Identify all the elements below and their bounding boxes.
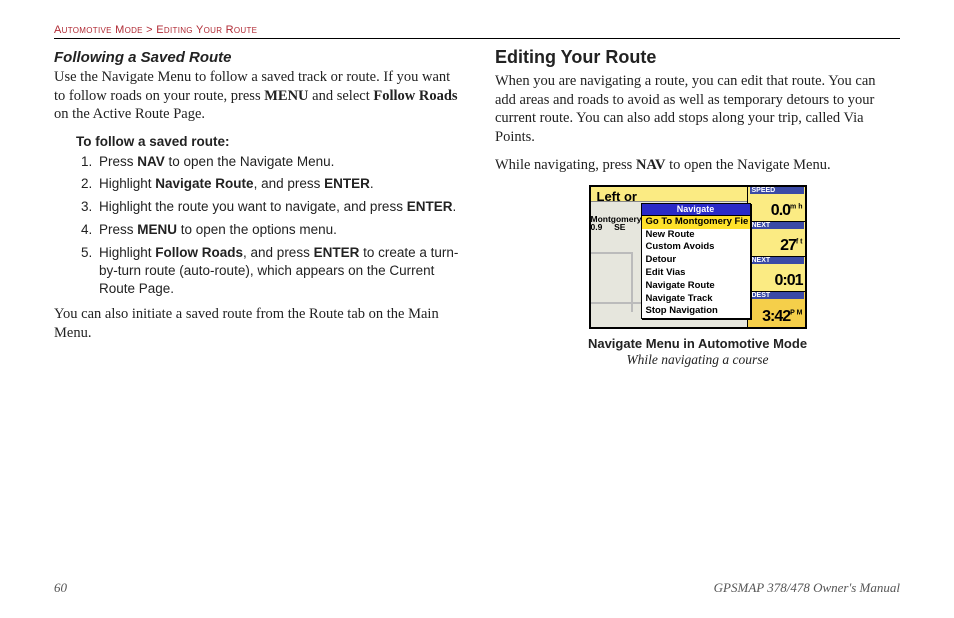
t: , and press	[254, 176, 325, 191]
stat-label: NEXT	[750, 222, 804, 229]
stats-col: SPEED 0.0m h NEXT 27f t NEXT 0:01 DEST	[747, 187, 805, 327]
right-heading: Editing Your Route	[495, 47, 900, 68]
stat-value: 27f t	[780, 237, 802, 255]
t: and select	[309, 88, 374, 104]
left-closing: You can also initiate a saved route from…	[54, 305, 459, 342]
right-column: Editing Your Route When you are navigati…	[495, 45, 900, 368]
t: f t	[796, 239, 803, 246]
t: Highlight	[99, 176, 155, 191]
stat-next-time: NEXT 0:01	[747, 257, 805, 292]
banner-left-or: Left or	[597, 189, 637, 204]
menu-item-goto[interactable]: Go To Montgomery Fie	[642, 216, 750, 229]
left-column: Following a Saved Route Use the Navigate…	[54, 45, 459, 368]
menu-item-navigate-route[interactable]: Navigate Route	[642, 280, 750, 293]
right-p1: When you are navigating a route, you can…	[495, 72, 900, 146]
stat-value: 0:01	[774, 272, 802, 290]
breadcrumb: Automotive Mode > Editing Your Route	[54, 24, 900, 36]
step-4: Press MENU to open the options menu.	[96, 221, 459, 239]
device-screenshot: Left or Montgomery F 0.9 SE SPEED 0.0m h…	[589, 185, 807, 329]
stat-label: NEXT	[750, 257, 804, 264]
stat-dest: DEST 3:42P M	[747, 292, 805, 326]
t: NAV	[636, 157, 666, 173]
manual-title: GPSMAP 378/478 Owner's Manual	[714, 580, 900, 596]
t: 3:42	[762, 308, 790, 325]
step-5: Highlight Follow Roads, and press ENTER …	[96, 244, 459, 297]
step-1: Press NAV to open the Navigate Menu.	[96, 153, 459, 171]
menu-item-navigate-track[interactable]: Navigate Track	[642, 293, 750, 306]
stat-next-dist: NEXT 27f t	[747, 222, 805, 257]
t: m h	[790, 204, 802, 211]
figure-caption-2: While navigating a course	[495, 352, 900, 368]
menu-item-custom-avoids[interactable]: Custom Avoids	[642, 241, 750, 254]
screenshot-figure: Left or Montgomery F 0.9 SE SPEED 0.0m h…	[495, 185, 900, 368]
figure-caption-1: Navigate Menu in Automotive Mode	[495, 336, 900, 351]
t: Press	[99, 222, 137, 237]
step-3: Highlight the route you want to navigate…	[96, 198, 459, 216]
t: to open the Navigate Menu.	[665, 157, 830, 173]
task-heading: To follow a saved route:	[76, 134, 459, 149]
steps-list: Press NAV to open the Navigate Menu. Hig…	[76, 153, 459, 298]
step-2: Highlight Navigate Route, and press ENTE…	[96, 175, 459, 193]
stat-value: 3:42P M	[762, 308, 802, 326]
stat-label: SPEED	[750, 187, 804, 194]
t: 0.0	[771, 202, 790, 219]
left-subheading: Following a Saved Route	[54, 49, 459, 66]
t: Highlight the route you want to navigate…	[99, 199, 407, 214]
header-rule	[54, 38, 900, 39]
breadcrumb-b: Editing Your Route	[156, 24, 257, 36]
navigate-menu-title: Navigate	[642, 204, 750, 216]
breadcrumb-a: Automotive Mode	[54, 24, 143, 36]
stat-speed: SPEED 0.0m h	[747, 187, 805, 222]
t: Follow Roads	[373, 88, 457, 104]
t: 27	[780, 237, 796, 254]
stat-label: DEST	[750, 292, 804, 299]
t: SE	[614, 222, 625, 232]
menu-item-new-route[interactable]: New Route	[642, 229, 750, 242]
t: ENTER	[407, 199, 453, 214]
t: 0:01	[774, 272, 802, 289]
t: .	[370, 176, 374, 191]
navigate-menu: Navigate Go To Montgomery Fie New Route …	[641, 203, 751, 320]
t: Follow Roads	[155, 245, 243, 260]
menu-item-detour[interactable]: Detour	[642, 254, 750, 267]
t: , and press	[243, 245, 314, 260]
t: P M	[790, 309, 802, 316]
menu-item-edit-vias[interactable]: Edit Vias	[642, 267, 750, 280]
t: to open the Navigate Menu.	[165, 154, 335, 169]
page-number: 60	[54, 580, 67, 596]
right-p2: While navigating, press NAV to open the …	[495, 156, 900, 175]
page-footer: 60 GPSMAP 378/478 Owner's Manual	[54, 580, 900, 596]
stat-value: 0.0m h	[771, 202, 803, 220]
t: Highlight	[99, 245, 155, 260]
road-line	[591, 252, 631, 254]
breadcrumb-sep: >	[146, 24, 153, 36]
t: Press	[99, 154, 137, 169]
t: MENU	[264, 88, 308, 104]
t: on the Active Route Page.	[54, 106, 205, 122]
t: While navigating, press	[495, 157, 636, 173]
t: to open the options menu.	[177, 222, 337, 237]
t: MENU	[137, 222, 177, 237]
road-line	[591, 302, 641, 304]
t: NAV	[137, 154, 165, 169]
t: Navigate Route	[155, 176, 253, 191]
menu-item-stop-navigation[interactable]: Stop Navigation	[642, 305, 750, 318]
t: 0.9	[591, 222, 603, 232]
left-intro: Use the Navigate Menu to follow a saved …	[54, 68, 459, 124]
t: .	[452, 199, 456, 214]
t: ENTER	[314, 245, 360, 260]
t: ENTER	[324, 176, 370, 191]
